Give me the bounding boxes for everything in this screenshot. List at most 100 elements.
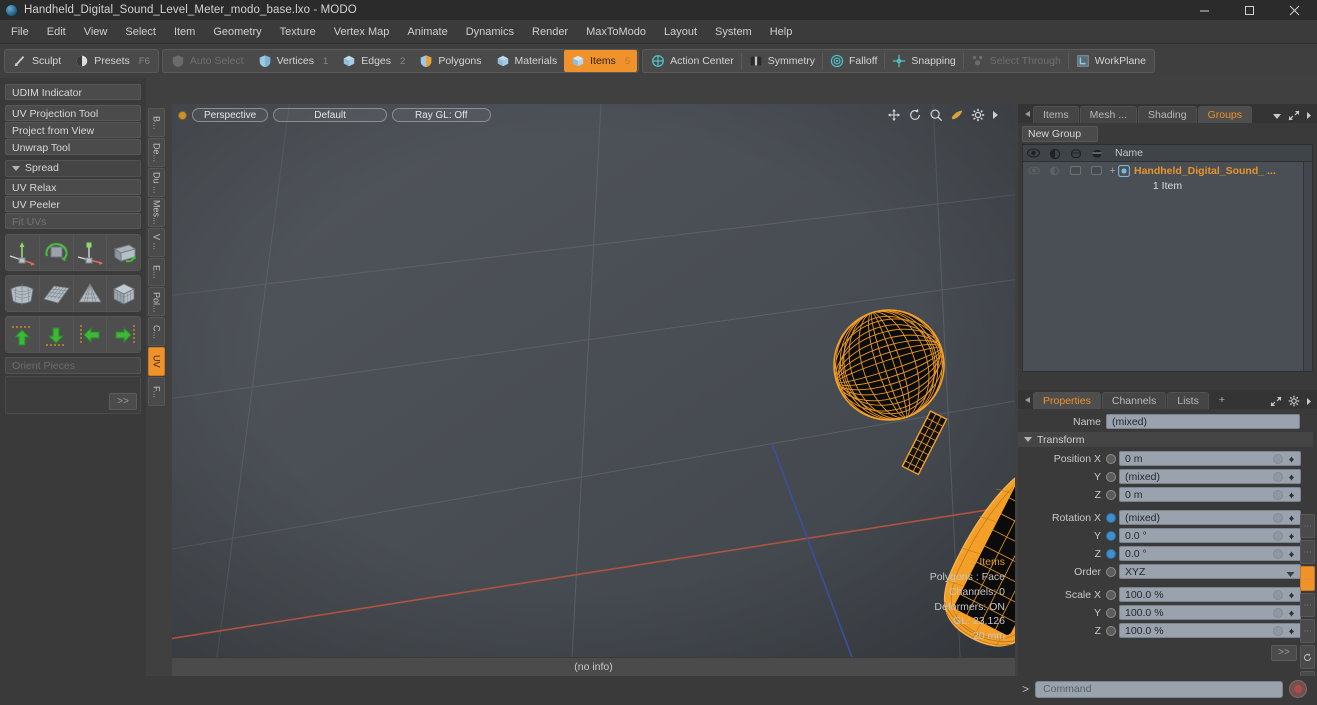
property-spinner-icon[interactable] [1285,512,1298,524]
row-eye-icon[interactable] [1023,162,1044,179]
menu-item-layout[interactable]: Layout [655,20,706,44]
property-radio-icon[interactable] [1106,453,1116,464]
uv-planar-grid-icon[interactable] [39,276,73,311]
tab-groups[interactable]: Groups [1197,106,1253,123]
shade-icon[interactable] [1086,145,1107,162]
record-icon[interactable] [1289,680,1308,698]
render-icon[interactable] [1065,145,1086,162]
right-vtab-1[interactable]: ⋮ [1300,540,1315,565]
toolbar-button-polygons[interactable]: Polygons [412,50,488,72]
align-up-icon[interactable] [6,317,39,352]
property-value-field[interactable]: (mixed) [1119,510,1301,525]
menu-item-view[interactable]: View [75,20,117,44]
menu-item-file[interactable]: File [0,20,38,44]
properties-scroll-left-icon[interactable] [1022,390,1032,409]
left-vtab-du[interactable]: Du ... [148,167,165,197]
property-spinner-icon[interactable] [1285,548,1298,560]
uv-rotate-icon[interactable] [39,235,73,270]
left-panel-more-button[interactable]: >> [109,393,137,410]
uv-peeler-button[interactable]: UV Peeler [5,196,141,212]
uv-conform-icon[interactable] [73,276,107,311]
zoom-magnifier-icon[interactable] [929,108,943,122]
property-value-field[interactable]: 100.0 % [1119,605,1301,620]
fly-icon[interactable] [950,108,964,122]
tree-scrollbar[interactable] [1303,162,1312,371]
property-radio-icon[interactable] [1106,512,1116,523]
tab-shading[interactable]: Shading [1138,106,1197,123]
list-item[interactable]: Handheld_Digital_Sound_ ... [1118,165,1276,177]
toolbar-button-edges[interactable]: Edges 2 [335,50,412,72]
new-group-button[interactable]: New Group [1022,126,1098,142]
tab-properties[interactable]: Properties [1033,392,1101,409]
tab-add[interactable]: + [1210,392,1234,409]
spread-section-header[interactable]: Spread [5,160,141,177]
menu-item-geometry[interactable]: Geometry [204,20,270,44]
menu-item-animate[interactable]: Animate [398,20,456,44]
right-vtab-4[interactable]: ⋮ [1300,618,1315,644]
menu-item-system[interactable]: System [706,20,761,44]
gear-icon[interactable] [971,108,985,122]
menu-item-render[interactable]: Render [523,20,577,44]
uv-relax-button[interactable]: UV Relax [5,179,141,195]
toolbar-button-auto-select[interactable]: Auto Select [164,50,251,72]
tab-items[interactable]: Items [1033,106,1079,123]
viewport-raygl-selector[interactable]: Ray GL: Off [391,108,491,122]
property-radio-icon[interactable] [1106,566,1116,577]
property-spinner-icon[interactable] [1285,471,1298,483]
toolbar-button-items[interactable]: Items 5 [564,50,638,72]
expand-arrows-icon[interactable] [1288,110,1300,121]
orient-pieces-field[interactable]: Orient Pieces [5,357,141,374]
right-vtab-2[interactable]: ⋮ [1300,566,1315,591]
property-spinner-icon[interactable] [1285,530,1298,542]
3d-viewport[interactable]: Perspective Default Ray GL: Off 3 Items … [172,104,1015,676]
transform-section-header[interactable]: Transform [1018,432,1313,447]
toolbar-button-vertices[interactable]: Vertices 1 [251,50,336,72]
property-knob-icon[interactable] [1273,490,1283,500]
property-value-field[interactable]: (mixed) [1119,469,1301,484]
property-value-field[interactable]: 0.0 ° [1119,546,1301,561]
left-vtab-uv[interactable]: UV [148,347,165,377]
maximize-icon[interactable] [1227,0,1272,20]
uv-move-axis-icon[interactable] [6,235,39,270]
project-from-view-button[interactable]: Project from View [5,122,141,138]
menu-item-item[interactable]: Item [165,20,204,44]
align-right-icon[interactable] [107,317,140,352]
property-radio-icon[interactable] [1106,607,1116,618]
menu-item-texture[interactable]: Texture [271,20,325,44]
right-vtab-0[interactable]: ⋮ [1300,514,1315,539]
udim-indicator-button[interactable]: UDIM Indicator [5,84,141,100]
toolbar-button-symmetry[interactable]: Symmetry [742,50,822,72]
toolbar-button-falloff[interactable]: Falloff [823,50,884,72]
toolbar-button-presets[interactable]: Presets F6 [68,50,157,72]
property-spinner-icon[interactable] [1285,489,1298,501]
property-radio-icon[interactable] [1106,471,1116,482]
row-shade-checkbox[interactable] [1086,162,1107,179]
property-knob-icon[interactable] [1273,590,1283,600]
property-radio-icon[interactable] [1106,625,1116,636]
property-radio-icon[interactable] [1106,548,1116,559]
uv-box-icon[interactable] [107,276,140,311]
tab-lists[interactable]: Lists [1167,392,1209,409]
align-left-icon[interactable] [73,317,107,352]
table-row[interactable]: + Handheld_Digital_Sound_ ... [1023,162,1312,179]
property-value-field[interactable]: 0 m [1119,451,1301,466]
menu-item-edit[interactable]: Edit [38,20,75,44]
viewport-shading-selector[interactable]: Default [273,108,387,122]
property-spinner-icon[interactable] [1285,625,1298,637]
left-vtab-de[interactable]: De... [148,137,165,167]
command-input[interactable]: Command [1035,680,1284,698]
chevron-down-icon[interactable] [1272,112,1282,120]
tab-channels[interactable]: Channels [1101,392,1167,409]
left-vtab-c[interactable]: C... [148,317,165,347]
property-value-field[interactable]: 0.0 ° [1119,528,1301,543]
row-lock-icon[interactable] [1044,162,1065,179]
minimize-icon[interactable] [1182,0,1227,20]
menu-item-maxtomodo[interactable]: MaxToModo [577,20,655,44]
fit-uvs-button[interactable]: Fit UVs [5,213,141,229]
property-knob-icon[interactable] [1273,549,1283,559]
chevron-down-icon[interactable] [1286,568,1295,582]
left-vtab-v[interactable]: V ... [148,227,165,257]
left-vtab-pol[interactable]: Pol... [148,287,165,317]
property-knob-icon[interactable] [1273,513,1283,523]
property-value-field[interactable]: XYZ [1119,564,1301,579]
